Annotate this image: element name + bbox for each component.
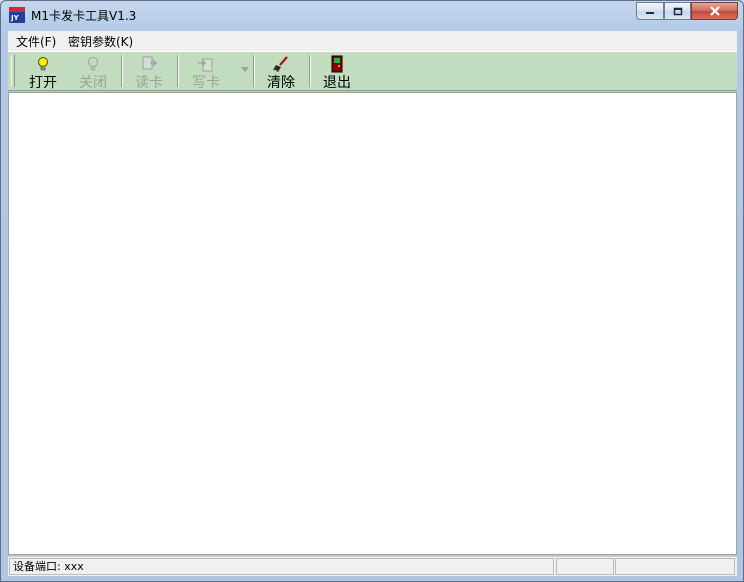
exit-door-icon: [331, 55, 343, 73]
write-card-dropdown-icon[interactable]: [241, 67, 249, 72]
menu-bar: 文件(F) 密钥参数(K): [8, 31, 737, 52]
toolbar-separator: [177, 55, 179, 87]
status-bar: 设备端口: xxx: [8, 556, 737, 576]
minimize-icon: [646, 12, 654, 14]
write-card-icon: [198, 58, 213, 72]
restore-icon: [673, 7, 682, 15]
close-button[interactable]: [691, 2, 738, 20]
toolbar-separator: [253, 55, 255, 87]
status-panel-port: 设备端口: xxx: [9, 558, 554, 575]
app-window: JY M1卡发卡工具V1.3 文件(F) 密钥参数(K) 打开 关闭 读卡 写卡…: [0, 0, 744, 582]
clear-button[interactable]: 清除: [258, 53, 304, 91]
title-bar[interactable]: JY M1卡发卡工具V1.3: [1, 1, 743, 29]
brush-icon: [273, 56, 288, 72]
maximize-button[interactable]: [664, 2, 691, 20]
write-card-button[interactable]: 写卡: [183, 53, 229, 91]
close-device-label: 关闭: [79, 75, 107, 91]
lightbulb-off-icon: [88, 57, 98, 71]
open-label: 打开: [29, 75, 57, 91]
open-button[interactable]: 打开: [20, 53, 66, 91]
svg-text:JY: JY: [10, 14, 20, 22]
log-area[interactable]: [8, 92, 737, 555]
lightbulb-on-icon: [38, 57, 48, 71]
clear-label: 清除: [267, 75, 295, 91]
close-device-button[interactable]: 关闭: [70, 53, 116, 91]
exit-label: 退出: [323, 75, 351, 91]
port-label: 设备端口:: [13, 560, 61, 573]
status-panel-3: [615, 558, 735, 575]
read-card-label: 读卡: [135, 75, 163, 91]
app-card-icon: JY: [9, 7, 25, 23]
menu-key-params[interactable]: 密钥参数(K): [68, 33, 133, 50]
toolbar: 打开 关闭 读卡 写卡 清除 退出: [8, 51, 737, 91]
menu-file[interactable]: 文件(F): [16, 33, 56, 50]
minimize-button[interactable]: [636, 2, 664, 20]
exit-button[interactable]: 退出: [314, 53, 360, 91]
window-title: M1卡发卡工具V1.3: [31, 9, 137, 23]
toolbar-grip[interactable]: [11, 55, 15, 87]
toolbar-separator: [309, 55, 311, 87]
read-card-button[interactable]: 读卡: [126, 53, 172, 91]
port-value: xxx: [64, 560, 84, 573]
write-card-label: 写卡: [192, 75, 220, 91]
close-icon: [709, 6, 720, 16]
status-panel-2: [556, 558, 614, 575]
read-card-icon: [142, 56, 158, 70]
toolbar-separator: [121, 55, 123, 87]
